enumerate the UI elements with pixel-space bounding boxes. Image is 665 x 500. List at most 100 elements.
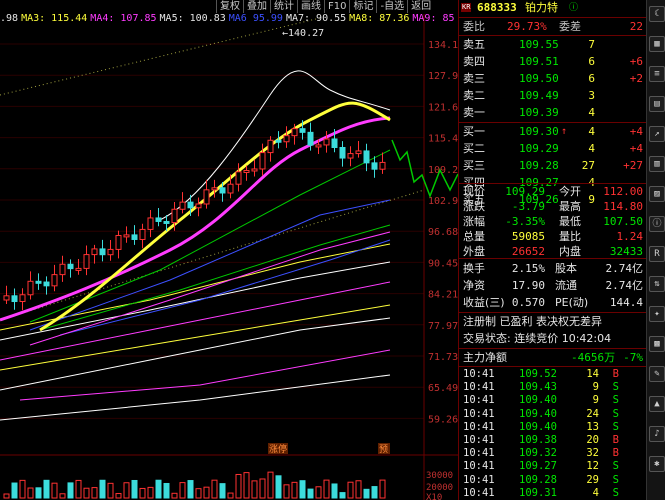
tick-side: B	[612, 368, 619, 380]
bids-price: 109.28	[519, 159, 559, 172]
toolbar-button[interactable]: 标记	[349, 0, 376, 13]
bell-icon[interactable]: ♪	[649, 426, 665, 442]
toolbar-button[interactable]: 复权	[216, 0, 243, 13]
kline-chart[interactable]: 134.1 127.9 121.6 115.4 109.2 102.9 96.68 90.45…	[0, 0, 458, 500]
asks-row[interactable]: 卖五 109.55 7	[463, 36, 643, 53]
bids-row[interactable]: 买一 109.30 4 +4 ↑	[463, 123, 643, 140]
peak-price-label: ←140.27	[282, 28, 324, 39]
ma-indicator: MA8: 87.36	[349, 13, 410, 24]
up-icon[interactable]: ▲	[649, 396, 665, 412]
moving-average-line	[0, 374, 391, 421]
candle-body	[99, 248, 106, 256]
tick-side: S	[612, 381, 619, 394]
stock-badge: KR	[461, 3, 472, 12]
candle-body	[227, 183, 234, 194]
volume-axis-label: 30000	[426, 471, 453, 481]
volume-bar	[131, 479, 138, 499]
volume-bar	[227, 492, 234, 499]
toolbar-button[interactable]: F10	[324, 0, 349, 13]
candle-body	[91, 248, 98, 256]
chart-icon[interactable]: ▤	[649, 96, 665, 112]
tick-row: 10:41 109.52 14 B	[463, 368, 643, 381]
tick-row: 10:41 109.32 32 B	[463, 447, 643, 460]
main-flow-pct: -7%	[623, 351, 643, 364]
table-icon[interactable]: ▨	[649, 186, 665, 202]
candle-body	[243, 169, 250, 173]
volume-bar	[363, 488, 370, 499]
rsi-icon[interactable]: R	[649, 246, 665, 262]
moving-average-line	[29, 149, 391, 323]
quote-panel: KR 688333 铂力特 ⓘ 委比 29.73% 委差 22 卖五 109.55…	[458, 0, 647, 500]
stats-value: 144.4	[609, 296, 643, 309]
tick-volume: 12	[586, 460, 599, 473]
stock-name[interactable]: 铂力特	[525, 0, 558, 16]
candle-body	[347, 153, 354, 159]
asks-row[interactable]: 卖一 109.39 4	[463, 104, 643, 121]
star-icon[interactable]: ✦	[649, 306, 665, 322]
event-marker[interactable]: 涨停	[269, 443, 287, 455]
tick-time: 10:41	[463, 460, 495, 473]
asks-volume: 7	[588, 38, 595, 51]
price-axis-label: 90.45	[428, 258, 458, 269]
toolbar-button[interactable]: 统计	[270, 0, 297, 13]
toolbar-button[interactable]: 画线	[297, 0, 324, 13]
toolbar-button[interactable]: 返回	[407, 0, 434, 13]
volume-bar	[163, 482, 170, 499]
asks-row[interactable]: 卖二 109.49 3	[463, 87, 643, 104]
info-icon[interactable]: ⓘ	[649, 216, 665, 232]
stats-row: 收益(三) 0.570 PE(动) 144.4	[463, 294, 643, 311]
toolbar-button[interactable]: 叠加	[243, 0, 270, 13]
tick-volume: 20	[586, 434, 599, 446]
price-axis-label: 65.49	[428, 383, 458, 394]
kline-chart-area[interactable]: 134.1 127.9 121.6 115.4 109.2 102.9 96.68 90.45…	[0, 0, 458, 500]
asks-row[interactable]: 卖四 109.51 6 +6	[463, 53, 643, 70]
asks-price: 109.39	[519, 106, 559, 119]
info-icon[interactable]: ⓘ	[569, 0, 578, 16]
quote-label: 内盘	[559, 245, 581, 258]
main-flow-row[interactable]: 主力净额 -4656万 -7%	[463, 349, 643, 366]
tick-side: B	[612, 447, 619, 460]
gear-icon[interactable]: ✱	[649, 456, 665, 472]
bars-icon[interactable]: ▥	[649, 156, 665, 172]
candle-body	[11, 295, 18, 303]
price-axis-label: 121.6	[428, 102, 458, 113]
stats-label: 换手	[463, 262, 485, 275]
trade-status-value: 连续竞价	[514, 332, 559, 345]
volume-axis-label: 20000	[426, 483, 453, 493]
stock-code[interactable]: 688333	[477, 0, 517, 16]
tick-volume: 24	[586, 407, 599, 420]
tick-side: S	[612, 486, 619, 499]
note-icon[interactable]: ✎	[649, 366, 665, 382]
toolbar-button[interactable]: -自选	[376, 0, 407, 13]
candle-body	[283, 135, 290, 143]
price-axis-label: 84.21	[428, 290, 458, 301]
quote-value: 26652	[511, 245, 545, 258]
volume-bar	[19, 479, 26, 499]
candle-body	[211, 187, 218, 191]
order-diff-label: 委差	[559, 20, 581, 33]
event-marker[interactable]: 预	[379, 444, 388, 455]
candle-body	[187, 201, 194, 209]
candle-body	[51, 274, 58, 287]
list-icon[interactable]: ≡	[649, 66, 665, 82]
moon-icon[interactable]: ☾	[649, 6, 665, 22]
asks-price: 109.49	[519, 89, 559, 102]
tick-side: S	[612, 394, 619, 407]
volume-axis-label: X10	[426, 493, 442, 500]
ma-indicator: MA9: 85	[412, 13, 455, 24]
tick-volume: 32	[586, 447, 599, 460]
tick-price: 109.40	[519, 420, 557, 433]
candle-body	[139, 228, 146, 240]
asks-row[interactable]: 卖三 109.50 6 +2	[463, 70, 643, 87]
stats-label: 股本	[555, 262, 577, 275]
bids-row[interactable]: 买二 109.29 4 +4	[463, 140, 643, 157]
arrows-icon[interactable]: ⇅	[649, 276, 665, 292]
bids-row[interactable]: 买三 109.28 27 +27	[463, 157, 643, 174]
candle-body	[27, 280, 34, 296]
grid-icon[interactable]: ▦	[649, 36, 665, 52]
trend-icon[interactable]: ↗	[649, 126, 665, 142]
calc-icon[interactable]: ▩	[649, 336, 665, 352]
candle-body	[35, 280, 42, 284]
tick-price: 109.31	[519, 486, 557, 499]
asks-volume: 4	[588, 106, 595, 119]
